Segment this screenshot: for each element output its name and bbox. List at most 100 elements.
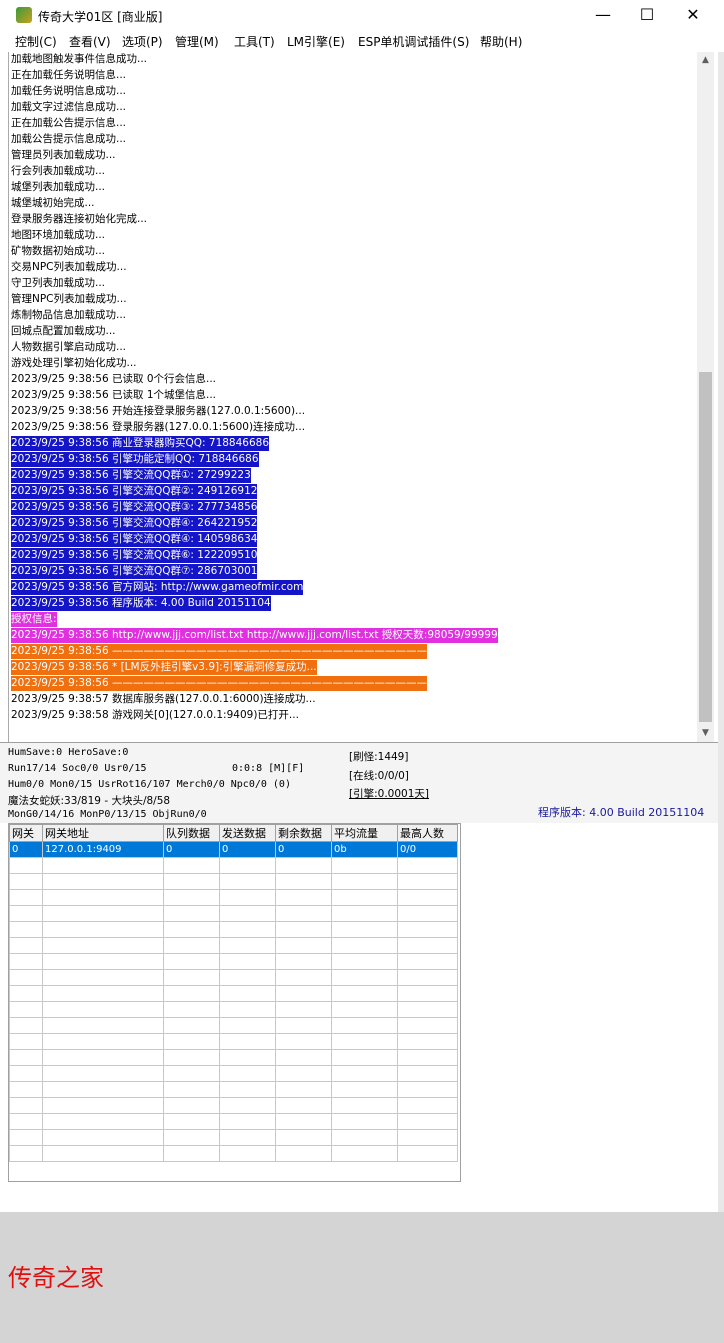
- table-row[interactable]: [9, 857, 458, 874]
- table-row[interactable]: [9, 1049, 458, 1066]
- table-cell: [397, 937, 458, 954]
- log-line: 城堡城初始完成...: [11, 197, 95, 209]
- col-sent-data[interactable]: 发送数据: [219, 824, 276, 842]
- log-line: 炼制物品信息加载成功...: [11, 309, 127, 321]
- col-remaining-data[interactable]: 剩余数据: [275, 824, 332, 842]
- col-max-players[interactable]: 最高人数: [397, 824, 458, 842]
- table-row[interactable]: [9, 921, 458, 938]
- minimize-button[interactable]: —: [580, 0, 626, 31]
- table-row[interactable]: [9, 1033, 458, 1050]
- menu-manage[interactable]: 管理(M): [175, 33, 219, 50]
- table-cell: [275, 873, 332, 890]
- maximize-button[interactable]: ☐: [624, 0, 670, 31]
- table-row[interactable]: [9, 889, 458, 906]
- table-cell: [397, 1145, 458, 1162]
- table-cell: [275, 969, 332, 986]
- table-cell: [219, 1145, 276, 1162]
- table-row[interactable]: [9, 1001, 458, 1018]
- table-row[interactable]: [9, 1145, 458, 1162]
- log-line: 2023/9/25 9:38:56 引擎交流QQ群②: 249126912: [11, 484, 258, 499]
- app-icon: [16, 7, 32, 23]
- table-cell: [331, 905, 398, 922]
- scroll-thumb[interactable]: [699, 372, 712, 722]
- menu-tools[interactable]: 工具(T): [234, 33, 275, 50]
- table-cell: [331, 921, 398, 938]
- scroll-down-arrow-icon[interactable]: ▼: [697, 725, 714, 742]
- table-cell: [275, 1145, 332, 1162]
- log-line: 交易NPC列表加载成功...: [11, 261, 127, 273]
- table-cell: [42, 1017, 164, 1034]
- log-line: 2023/9/25 9:38:58 游戏网关[0](127.0.0.1:9409…: [11, 709, 299, 721]
- col-gateway-address[interactable]: 网关地址: [42, 824, 164, 842]
- table-cell: [163, 889, 220, 906]
- table-cell: [9, 889, 43, 906]
- mong-status: MonG0/14/16 MonP0/13/15 ObjRun0/0: [8, 809, 207, 820]
- table-cell: [397, 857, 458, 874]
- log-line: 2023/9/25 9:38:56 引擎交流QQ群①: 27299223: [11, 468, 251, 483]
- col-gateway[interactable]: 网关: [9, 824, 43, 842]
- table-cell: [219, 921, 276, 938]
- log-line: 2023/9/25 9:38:56 开始连接登录服务器(127.0.0.1:56…: [11, 405, 306, 417]
- scroll-up-arrow-icon[interactable]: ▲: [697, 52, 714, 69]
- close-button[interactable]: ✕: [670, 0, 716, 31]
- table-row[interactable]: [9, 1081, 458, 1098]
- table-cell: [219, 905, 276, 922]
- table-cell: [397, 985, 458, 1002]
- menu-view[interactable]: 查看(V): [69, 33, 111, 50]
- table-cell: [275, 985, 332, 1002]
- log-scrollbar[interactable]: ▲ ▼: [697, 52, 714, 742]
- table-row[interactable]: [9, 1129, 458, 1146]
- table-row[interactable]: [9, 969, 458, 986]
- table-cell: [219, 1081, 276, 1098]
- menu-control[interactable]: 控制(C): [15, 33, 57, 50]
- table-row[interactable]: 0 127.0.0.1:9409 0 0 0 0b 0/0: [9, 841, 458, 858]
- online-count: [在线:0/0/0]: [349, 770, 409, 782]
- table-cell: [275, 1097, 332, 1114]
- table-cell: [42, 921, 164, 938]
- log-line: 2023/9/25 9:38:56 已读取 1个城堡信息...: [11, 389, 217, 401]
- log-line: 回城点配置加载成功...: [11, 325, 116, 337]
- log-line: 加载任务说明信息成功...: [11, 85, 127, 97]
- table-cell: [331, 1033, 398, 1050]
- menu-options[interactable]: 选项(P): [122, 33, 163, 50]
- table-cell: [331, 969, 398, 986]
- table-cell: [219, 1113, 276, 1130]
- menu-esp-plugin[interactable]: ESP单机调试插件(S): [358, 33, 469, 50]
- engine-days-link[interactable]: [引擎:0.0001天]: [349, 786, 429, 801]
- table-row[interactable]: [9, 953, 458, 970]
- table-cell: [9, 1113, 43, 1130]
- table-cell: [42, 1033, 164, 1050]
- table-cell: [163, 1097, 220, 1114]
- col-avg-traffic[interactable]: 平均流量: [331, 824, 398, 842]
- gateway-table[interactable]: 网关 网关地址 队列数据 发送数据 剩余数据 平均流量 最高人数 0 127.0.…: [8, 823, 461, 1182]
- table-row[interactable]: [9, 1065, 458, 1082]
- table-cell: [397, 1065, 458, 1082]
- table-cell: [331, 857, 398, 874]
- table-header-row: 网关 网关地址 队列数据 发送数据 剩余数据 平均流量 最高人数: [9, 824, 458, 842]
- hum-status: Hum0/0 Mon0/15 UsrRot16/107 Merch0/0 Npc…: [8, 779, 291, 790]
- table-cell: [219, 1001, 276, 1018]
- log-output[interactable]: 加载地图触发事件信息成功... 正在加载任务说明信息... 加载任务说明信息成功..…: [8, 52, 698, 742]
- run-status: Run17/14 Soc0/0 Usr0/15: [8, 763, 147, 774]
- col-queue-data[interactable]: 队列数据: [163, 824, 220, 842]
- table-cell: [163, 921, 220, 938]
- log-line: 矿物数据初始成功...: [11, 245, 106, 257]
- table-cell: [331, 1049, 398, 1066]
- table-row[interactable]: [9, 1113, 458, 1130]
- table-row[interactable]: [9, 937, 458, 954]
- log-line: 城堡列表加载成功...: [11, 181, 106, 193]
- table-row[interactable]: [9, 873, 458, 890]
- table-row[interactable]: [9, 985, 458, 1002]
- table-row[interactable]: [9, 905, 458, 922]
- log-line: 加载地图触发事件信息成功...: [11, 53, 148, 65]
- table-row[interactable]: [9, 1097, 458, 1114]
- title-bar: 传奇大学01区 [商业版] — ☐ ✕: [0, 0, 724, 31]
- monster-status: 魔法女蛇妖:33/819 - 大块头/8/58: [8, 795, 171, 807]
- menu-lm-engine[interactable]: LM引擎(E): [287, 33, 345, 50]
- menu-help[interactable]: 帮助(H): [480, 33, 522, 50]
- log-line: 2023/9/25 9:38:56 引擎交流QQ群④: 140598634: [11, 532, 258, 547]
- log-line: 地图环境加载成功...: [11, 229, 106, 241]
- table-row[interactable]: [9, 1017, 458, 1034]
- table-cell: [331, 873, 398, 890]
- table-cell: [397, 969, 458, 986]
